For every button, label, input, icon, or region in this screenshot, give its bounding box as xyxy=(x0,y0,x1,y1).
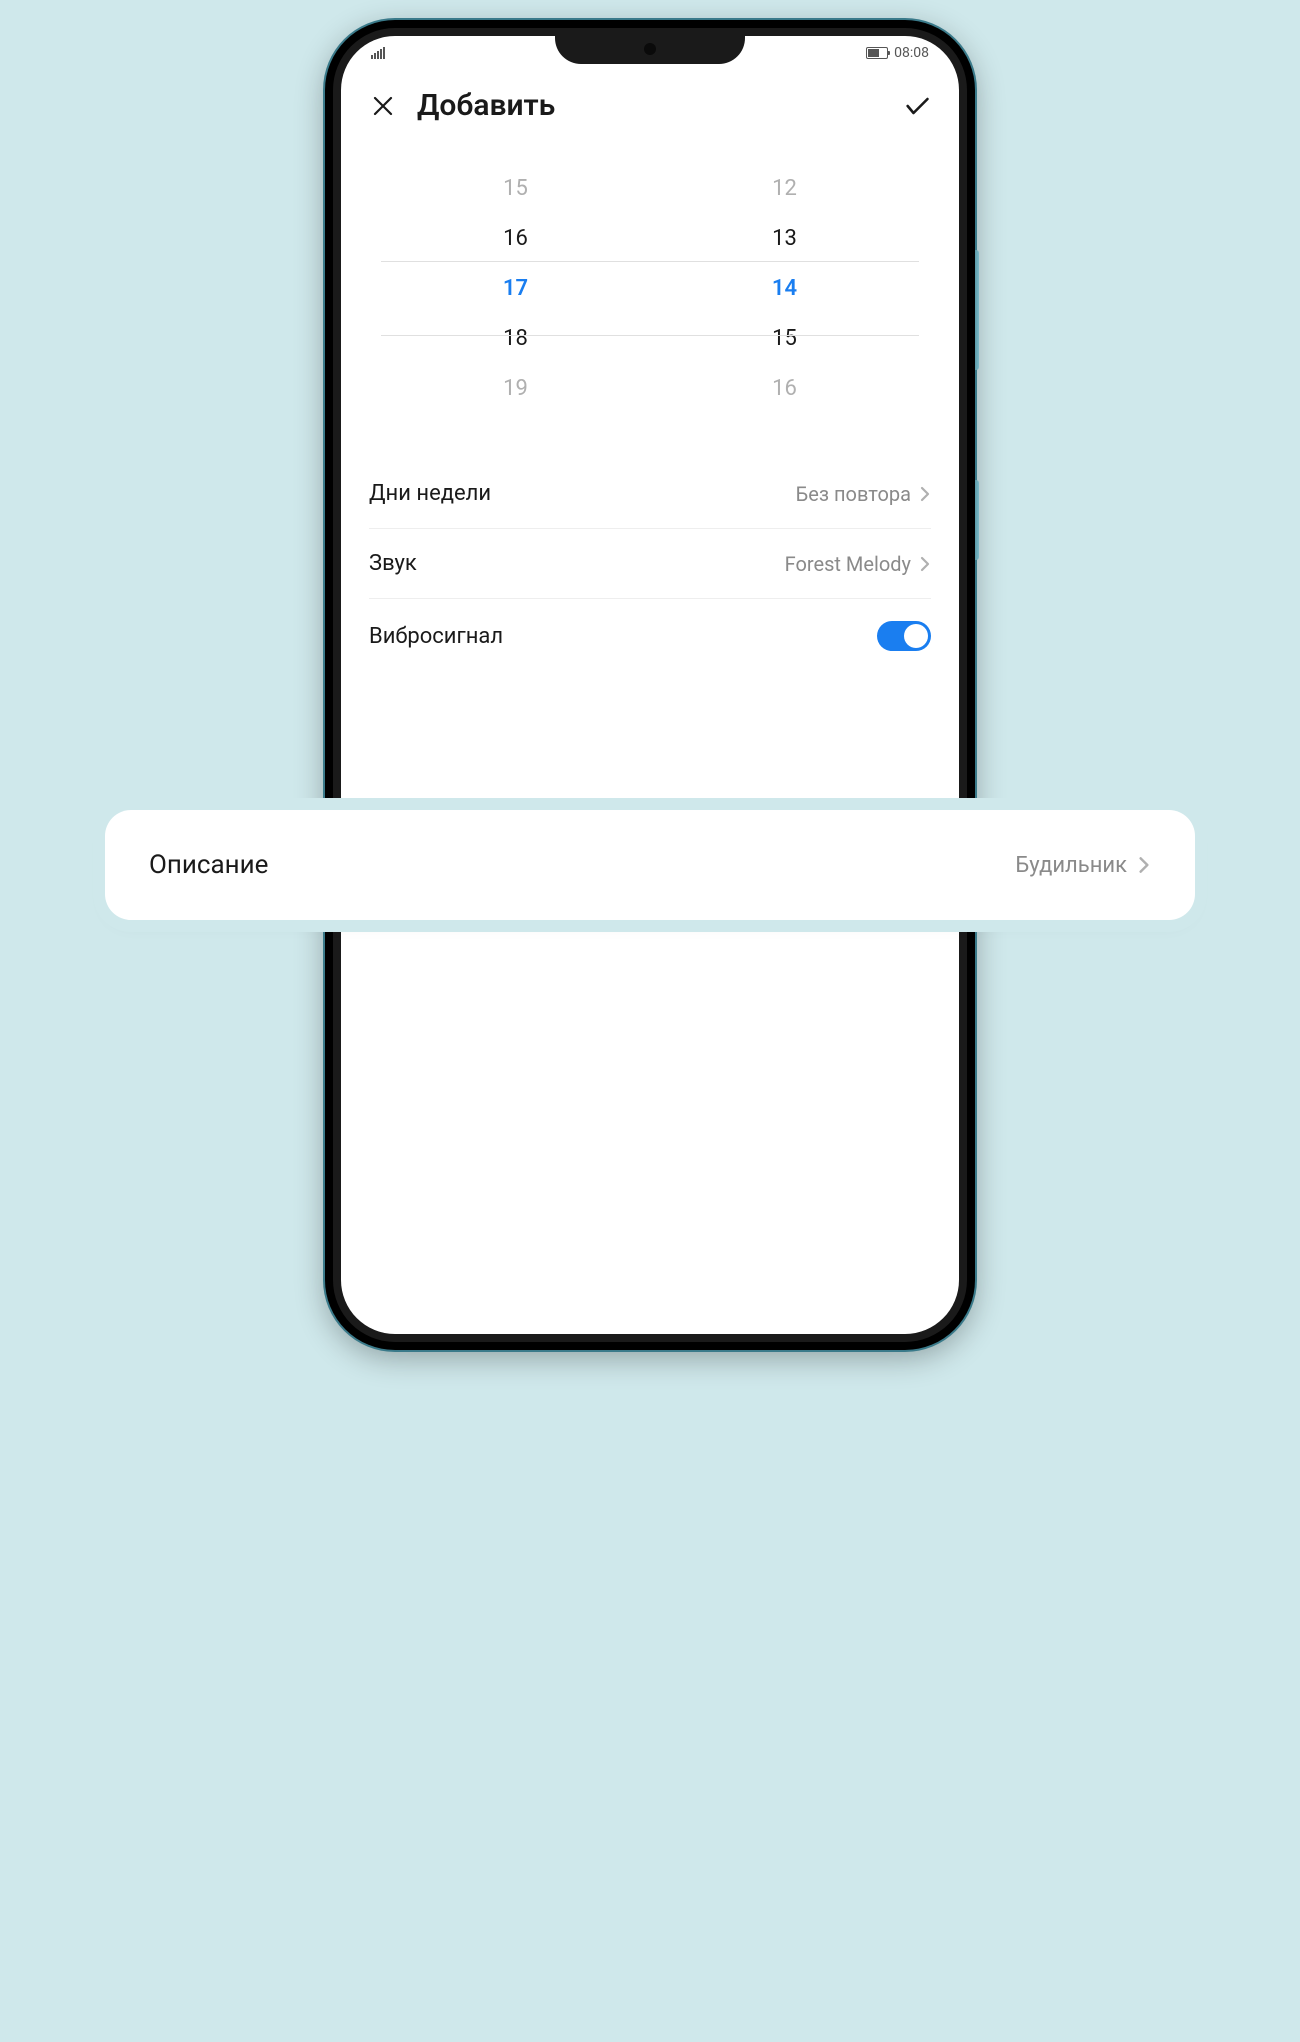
notch xyxy=(555,36,745,64)
signal-icon xyxy=(371,47,385,59)
close-button[interactable] xyxy=(369,92,397,120)
setting-description-highlight[interactable]: Описание Будильник xyxy=(105,810,1195,920)
picker-item[interactable]: 15 xyxy=(503,173,528,203)
screen: 08:08 Добавить xyxy=(341,36,959,1334)
side-button xyxy=(975,480,979,560)
picker-item-selected[interactable]: 17 xyxy=(503,273,528,303)
time-picker[interactable]: 15 16 17 18 19 12 13 14 15 16 xyxy=(341,143,959,459)
picker-item[interactable]: 12 xyxy=(772,173,797,203)
setting-vibrate[interactable]: Вибросигнал xyxy=(369,599,931,673)
chevron-right-icon xyxy=(1137,855,1151,875)
setting-value: Без повтора xyxy=(796,482,911,506)
status-time: 08:08 xyxy=(894,45,929,61)
side-button xyxy=(975,250,979,370)
picker-divider xyxy=(381,335,919,336)
setting-label: Дни недели xyxy=(369,481,491,506)
chevron-right-icon xyxy=(919,555,931,573)
setting-value: Forest Melody xyxy=(785,552,911,576)
picker-item[interactable]: 15 xyxy=(772,323,797,353)
setting-label: Вибросигнал xyxy=(369,624,503,649)
page-title: Добавить xyxy=(417,88,555,123)
close-icon xyxy=(371,94,395,118)
confirm-button[interactable] xyxy=(903,92,931,120)
vibrate-toggle[interactable] xyxy=(877,621,931,651)
check-icon xyxy=(903,91,931,121)
picker-item[interactable]: 13 xyxy=(772,223,797,253)
picker-divider xyxy=(381,261,919,262)
hour-column[interactable]: 15 16 17 18 19 xyxy=(381,173,650,403)
setting-label: Звук xyxy=(369,551,417,576)
setting-repeat[interactable]: Дни недели Без повтора xyxy=(369,459,931,529)
picker-item[interactable]: 16 xyxy=(503,223,528,253)
setting-sound[interactable]: Звук Forest Melody xyxy=(369,529,931,599)
picker-item[interactable]: 19 xyxy=(503,373,528,403)
picker-item[interactable]: 16 xyxy=(772,373,797,403)
setting-value: Будильник xyxy=(1015,853,1127,878)
app-header: Добавить xyxy=(341,64,959,143)
picker-item[interactable]: 18 xyxy=(503,323,528,353)
phone-frame: 08:08 Добавить xyxy=(325,20,975,1350)
setting-label: Описание xyxy=(149,850,268,880)
minute-column[interactable]: 12 13 14 15 16 xyxy=(650,173,919,403)
picker-item-selected[interactable]: 14 xyxy=(772,273,797,303)
chevron-right-icon xyxy=(919,485,931,503)
battery-icon xyxy=(866,47,888,59)
